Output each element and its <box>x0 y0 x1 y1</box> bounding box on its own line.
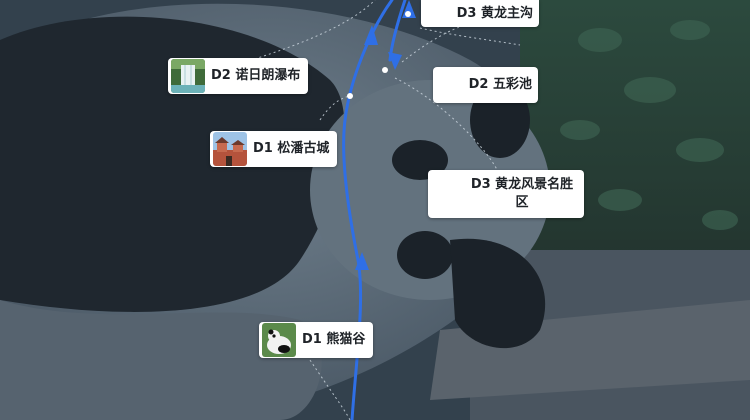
route-map[interactable]: D1 熊猫谷 D1 松潘古城 D2 诺日朗瀑布 D2 五彩池 D3 黄龙主沟 D… <box>0 0 750 420</box>
stop-label: D2 五彩池 <box>468 77 532 92</box>
route-line-return <box>388 0 407 62</box>
leader-line-nuorilang <box>244 0 376 63</box>
panda-photo-icon <box>262 323 296 357</box>
leader-line-xiongmaogu <box>309 359 351 420</box>
waypoint-dot-wucaichi <box>382 67 388 73</box>
stop-label: D3 黄龙风景名胜区 <box>470 177 574 210</box>
leader-line-huanglong-main <box>419 27 521 46</box>
waypoint-dot-huanglong <box>405 11 411 17</box>
stop-label: D1 松潘古城 <box>253 141 330 156</box>
stop-label: D2 诺日朗瀑布 <box>211 68 301 83</box>
stop-card-wucaichi[interactable]: D2 五彩池 <box>433 67 538 103</box>
stop-card-songpan[interactable]: D1 松潘古城 <box>210 131 338 167</box>
stop-card-huanglong-main[interactable]: D3 黄龙主沟 <box>421 0 539 27</box>
route-overlay <box>244 0 521 420</box>
stop-label: D1 熊猫谷 <box>302 332 366 347</box>
waypoint-dot-songpan <box>347 93 353 99</box>
ancient-city-photo-icon <box>213 132 247 166</box>
leader-line-wucaichi <box>401 24 466 63</box>
stop-card-huanglong-scenic[interactable]: D3 黄龙风景名胜区 <box>428 170 584 218</box>
stop-card-xiongmaogu[interactable]: D1 熊猫谷 <box>259 322 374 358</box>
stop-card-nuorilang[interactable]: D2 诺日朗瀑布 <box>168 58 309 94</box>
waterfall-photo-icon <box>171 59 205 93</box>
stop-label: D3 黄龙主沟 <box>456 5 533 21</box>
